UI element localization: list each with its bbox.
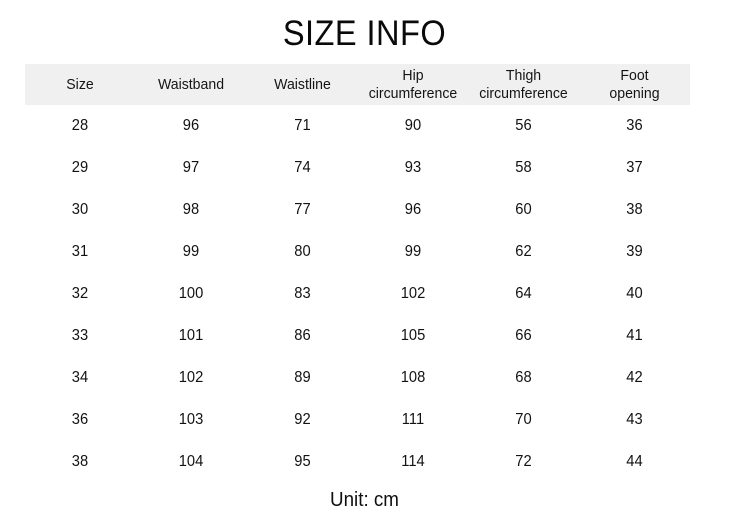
column-header-size: Size [28,64,131,105]
cell-hip: 96 [404,201,422,218]
cell-waistband: 104 [178,453,204,470]
cell-thigh: 72 [515,453,532,470]
cell-thigh: 58 [515,159,532,176]
column-header-foot-opening: Foot opening [582,64,686,105]
cell-waistline: 92 [294,411,311,428]
cell-foot: 37 [626,159,643,176]
cell-size: 30 [71,201,89,218]
size-table-container: Size Waistband Waistline Hip circumferen… [25,64,690,483]
column-header-thigh-line2: circumference [479,84,568,102]
cell-waistline: 77 [294,201,311,218]
cell-hip: 99 [404,243,422,260]
unit-note: Unit: cm [330,489,399,511]
cell-thigh: 70 [515,411,532,428]
cell-waistband: 98 [182,201,200,218]
size-info-page: SIZE INFO Size Waistband Waistline Hip c… [0,0,729,528]
cell-thigh: 66 [515,327,532,344]
cell-foot: 36 [626,117,643,134]
cell-hip: 90 [404,117,422,134]
cell-foot: 44 [626,453,643,470]
cell-hip: 93 [404,159,422,176]
cell-foot: 39 [626,243,643,260]
table-body: 28 96 71 90 56 36 29 97 74 93 58 37 30 9… [25,105,690,483]
column-header-hip-line1: Hip [402,66,424,84]
cell-foot: 38 [626,201,643,218]
cell-waistline: 74 [294,159,311,176]
cell-waistband: 102 [178,369,204,386]
cell-size: 32 [71,285,89,302]
cell-foot: 43 [626,411,643,428]
cell-waistband: 99 [182,243,200,260]
table-row: 31 99 80 99 62 39 [25,231,690,273]
column-header-foot-line2: opening [609,84,660,102]
cell-waistline: 71 [294,117,311,134]
cell-hip: 102 [400,285,426,302]
cell-thigh: 62 [515,243,532,260]
column-header-waistband-line1: Waistband [157,75,225,93]
table-row: 29 97 74 93 58 37 [25,147,690,189]
cell-thigh: 56 [515,117,532,134]
table-header-row: Size Waistband Waistline Hip circumferen… [25,64,690,105]
cell-waistline: 89 [294,369,311,386]
cell-waistline: 95 [294,453,311,470]
cell-thigh: 68 [515,369,532,386]
cell-waistband: 101 [178,327,204,344]
cell-waistline: 80 [294,243,311,260]
table-row: 34 102 89 108 68 42 [25,357,690,399]
column-header-hip-circumference: Hip circumference [361,64,464,105]
column-header-waistline-line1: Waistline [274,75,331,93]
cell-hip: 114 [401,453,425,470]
column-header-waistline: Waistline [250,64,354,105]
table-row: 28 96 71 90 56 36 [25,105,690,147]
cell-foot: 41 [626,327,643,344]
table-row: 30 98 77 96 60 38 [25,189,690,231]
cell-hip: 105 [400,327,426,344]
cell-size: 36 [71,411,89,428]
cell-size: 33 [71,327,89,344]
table-header: Size Waistband Waistline Hip circumferen… [25,64,690,105]
table-row: 33 101 86 105 66 41 [25,315,690,357]
cell-size: 28 [71,117,89,134]
cell-thigh: 64 [515,285,532,302]
column-header-size-line1: Size [66,75,94,93]
table-row: 38 104 95 114 72 44 [25,441,690,483]
cell-waistband: 103 [178,411,204,428]
page-title: SIZE INFO [282,14,447,53]
cell-hip: 111 [401,411,425,428]
cell-size: 31 [71,243,89,260]
cell-thigh: 60 [515,201,532,218]
column-header-foot-line1: Foot [620,66,649,84]
table-row: 32 100 83 102 64 40 [25,273,690,315]
cell-foot: 40 [626,285,643,302]
cell-waistband: 96 [182,117,200,134]
size-table: Size Waistband Waistline Hip circumferen… [25,64,690,483]
table-row: 36 103 92 111 70 43 [25,399,690,441]
column-header-waistband: Waistband [138,64,243,105]
cell-waistband: 100 [178,285,204,302]
cell-waistline: 86 [294,327,311,344]
cell-hip: 108 [400,369,426,386]
cell-size: 34 [71,369,89,386]
column-header-thigh-circumference: Thigh circumference [471,64,575,105]
column-header-hip-line2: circumference [368,84,458,102]
cell-foot: 42 [626,369,643,386]
cell-size: 38 [71,453,89,470]
cell-waistline: 83 [294,285,311,302]
cell-waistband: 97 [182,159,200,176]
cell-size: 29 [71,159,89,176]
column-header-thigh-line1: Thigh [505,66,542,84]
